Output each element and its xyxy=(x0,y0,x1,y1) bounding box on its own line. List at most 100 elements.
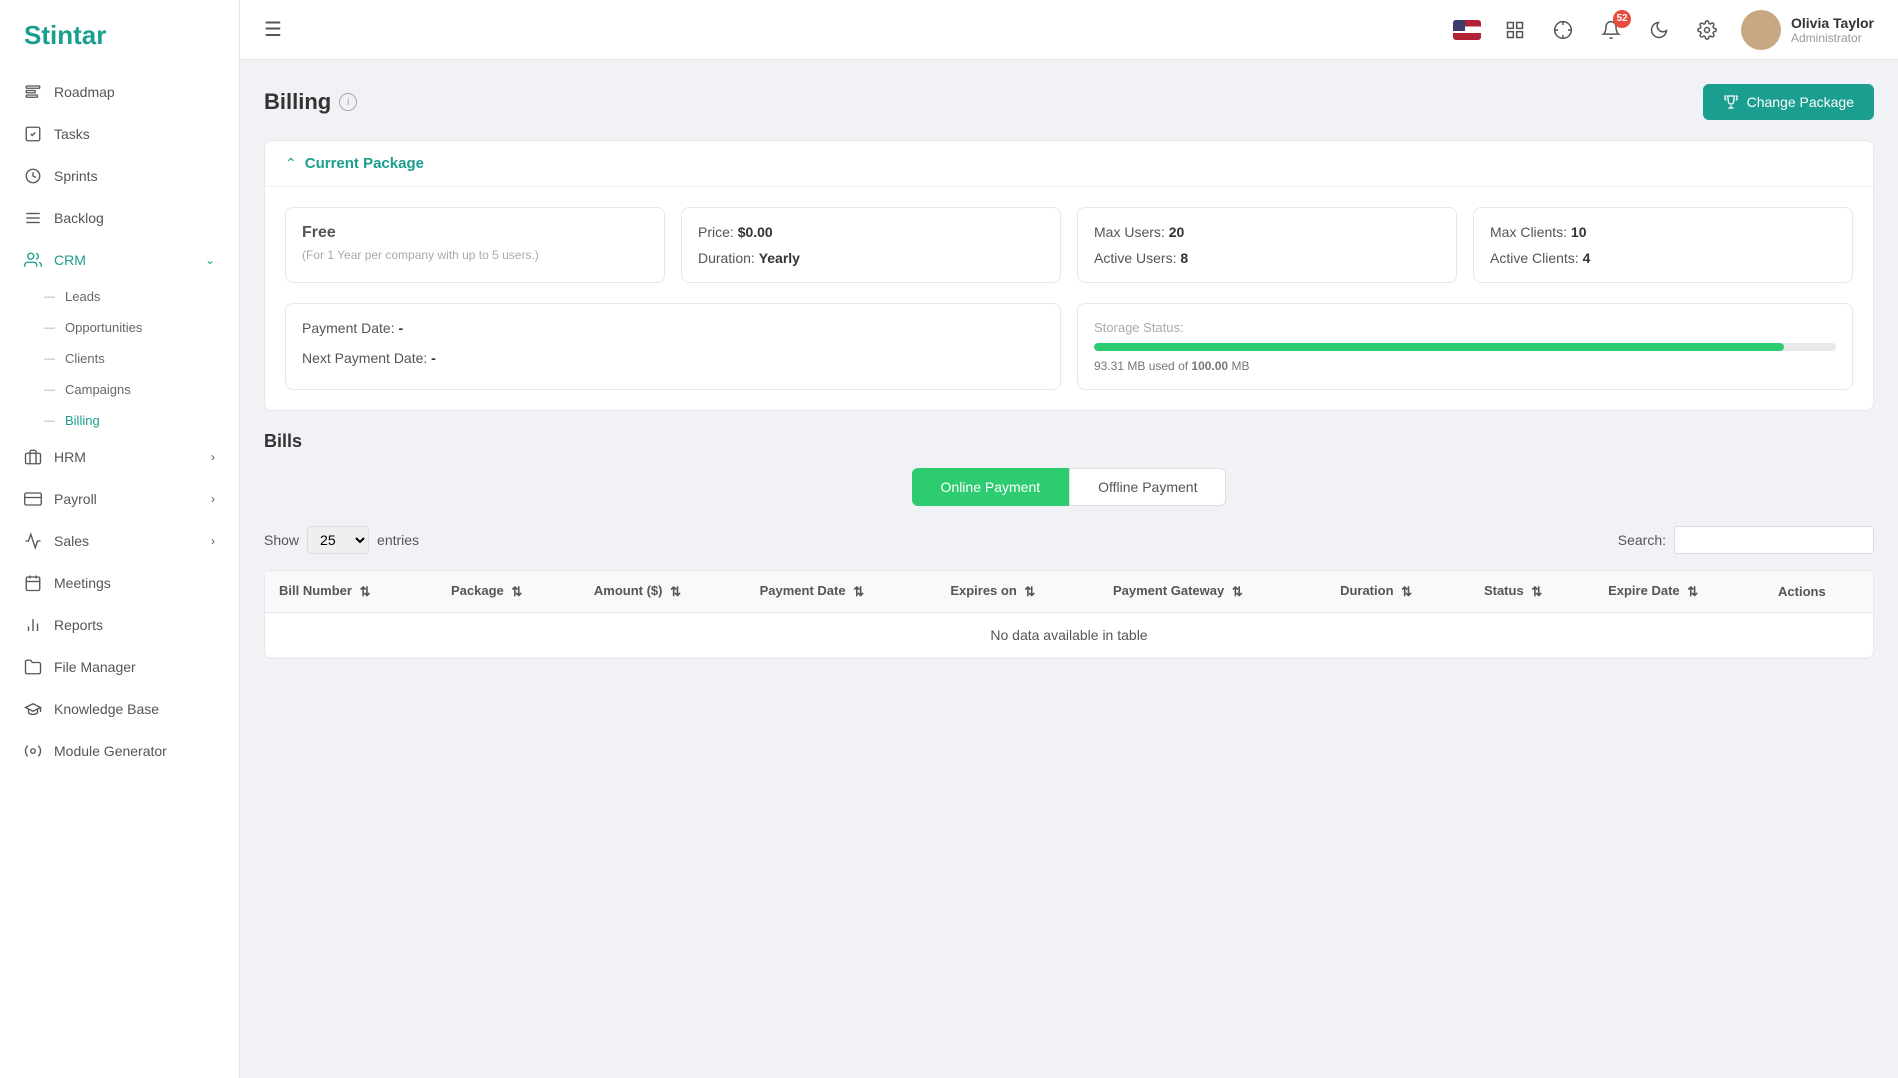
crm-icon xyxy=(24,251,42,269)
hrm-icon xyxy=(24,448,42,466)
entries-label: entries xyxy=(377,532,419,548)
module-generator-icon xyxy=(24,742,42,760)
sidebar-item-roadmap[interactable]: Roadmap xyxy=(0,71,239,113)
sort-status-icon[interactable]: ⇅ xyxy=(1531,584,1542,600)
sidebar-label-sprints: Sprints xyxy=(54,168,98,184)
trophy-icon xyxy=(1723,94,1739,110)
sidebar-label-hrm: HRM xyxy=(54,449,86,465)
payment-tabs: Online Payment Offline Payment xyxy=(264,468,1874,506)
search-input[interactable] xyxy=(1674,526,1874,554)
col-expire-date: Expire Date ⇅ xyxy=(1594,571,1764,612)
sidebar-label-sales: Sales xyxy=(54,533,89,549)
sort-payment-date-icon[interactable]: ⇅ xyxy=(853,584,864,600)
sidebar-item-payroll[interactable]: Payroll › xyxy=(0,478,239,520)
duration-amount: Yearly xyxy=(759,250,800,266)
sidebar-label-opportunities: Opportunities xyxy=(65,320,142,335)
sidebar-item-file-manager[interactable]: File Manager xyxy=(0,646,239,688)
dark-mode-icon[interactable] xyxy=(1645,16,1673,44)
sidebar-label-leads: Leads xyxy=(65,289,100,304)
billing-info-icon[interactable]: i xyxy=(339,93,357,111)
col-payment-gateway: Payment Gateway ⇅ xyxy=(1099,571,1326,612)
no-data-row: No data available in table xyxy=(265,612,1873,657)
sidebar-label-roadmap: Roadmap xyxy=(54,84,115,100)
active-clients-label: Active Clients: xyxy=(1490,250,1579,266)
storage-used-unit: MB used of xyxy=(1127,359,1191,373)
show-entries-control: Show 25 10 50 100 entries xyxy=(264,526,419,554)
sidebar-item-leads[interactable]: Leads xyxy=(0,281,239,312)
sort-expires-on-icon[interactable]: ⇅ xyxy=(1024,584,1035,600)
payment-date-value: - xyxy=(399,320,404,336)
bills-title: Bills xyxy=(264,431,1874,452)
sidebar-item-clients[interactable]: Clients xyxy=(0,343,239,374)
apps-icon[interactable] xyxy=(1501,16,1529,44)
search-label: Search: xyxy=(1618,532,1666,548)
hrm-chevron-icon: › xyxy=(211,450,215,464)
file-manager-icon xyxy=(24,658,42,676)
sidebar-item-sales[interactable]: Sales › xyxy=(0,520,239,562)
sidebar-item-tasks[interactable]: Tasks xyxy=(0,113,239,155)
online-payment-tab[interactable]: Online Payment xyxy=(912,468,1070,506)
change-package-label: Change Package xyxy=(1747,94,1854,110)
col-actions: Actions xyxy=(1764,571,1873,612)
page-title-row: Billing i xyxy=(264,89,357,115)
sort-payment-gateway-icon[interactable]: ⇅ xyxy=(1232,584,1243,600)
sidebar-item-module-generator[interactable]: Module Generator xyxy=(0,730,239,772)
sidebar-item-crm[interactable]: CRM ⌄ xyxy=(0,239,239,281)
sidebar-label-backlog: Backlog xyxy=(54,210,104,226)
sales-chevron-icon: › xyxy=(211,534,215,548)
sidebar-item-knowledge-base[interactable]: Knowledge Base xyxy=(0,688,239,730)
bills-section: Bills Online Payment Offline Payment Sho… xyxy=(264,431,1874,659)
crm-chevron-icon: ⌄ xyxy=(205,253,215,267)
sort-expire-date-icon[interactable]: ⇅ xyxy=(1687,584,1698,600)
sidebar-nav: Roadmap Tasks Sprints Backlog CRM ⌄ Lead… xyxy=(0,71,239,1078)
notification-bell-icon[interactable]: 52 xyxy=(1597,16,1625,44)
price-value: Price: $0.00 xyxy=(698,224,1044,240)
sort-package-icon[interactable]: ⇅ xyxy=(511,584,522,600)
change-package-button[interactable]: Change Package xyxy=(1703,84,1874,120)
sidebar: Stintar Roadmap Tasks Sprints Backlog CR… xyxy=(0,0,240,1078)
sidebar-item-billing[interactable]: Billing xyxy=(0,405,239,436)
notification-count: 52 xyxy=(1613,10,1631,28)
clients-card: Max Clients: 10 Active Clients: 4 xyxy=(1473,207,1853,283)
next-payment-date-row: Next Payment Date: - xyxy=(302,350,1044,366)
payroll-icon xyxy=(24,490,42,508)
next-payment-date-label: Next Payment Date: xyxy=(302,350,427,366)
settings-icon[interactable] xyxy=(1693,16,1721,44)
storage-total-unit: MB xyxy=(1231,359,1249,373)
sort-amount-icon[interactable]: ⇅ xyxy=(670,584,681,600)
package-name-card: Free (For 1 Year per company with up to … xyxy=(285,207,665,283)
col-duration: Duration ⇅ xyxy=(1326,571,1470,612)
duration-label: Duration: xyxy=(698,250,755,266)
duration-value: Duration: Yearly xyxy=(698,250,1044,266)
sidebar-label-meetings: Meetings xyxy=(54,575,111,591)
menu-toggle-button[interactable]: ☰ xyxy=(264,17,282,42)
sort-duration-icon[interactable]: ⇅ xyxy=(1401,584,1412,600)
sidebar-item-campaigns[interactable]: Campaigns xyxy=(0,374,239,405)
entries-select[interactable]: 25 10 50 100 xyxy=(307,526,369,554)
package-info-grid: Free (For 1 Year per company with up to … xyxy=(265,187,1873,303)
sidebar-item-opportunities[interactable]: Opportunities xyxy=(0,312,239,343)
sidebar-label-file-manager: File Manager xyxy=(54,659,136,675)
header-right-controls: 52 Olivia Taylor Administrator xyxy=(1453,10,1874,50)
storage-bar-fill xyxy=(1094,343,1784,351)
payment-date-label: Payment Date: xyxy=(302,320,395,336)
offline-payment-tab[interactable]: Offline Payment xyxy=(1069,468,1226,506)
current-package-card: ⌃ Current Package Free (For 1 Year per c… xyxy=(264,140,1874,411)
sidebar-item-backlog[interactable]: Backlog xyxy=(0,197,239,239)
crosshair-icon[interactable] xyxy=(1549,16,1577,44)
sidebar-item-sprints[interactable]: Sprints xyxy=(0,155,239,197)
language-flag-icon[interactable] xyxy=(1453,20,1481,40)
tasks-icon xyxy=(24,125,42,143)
price-label: Price: xyxy=(698,224,734,240)
payment-dates-card: Payment Date: - Next Payment Date: - xyxy=(285,303,1061,390)
sidebar-item-reports[interactable]: Reports xyxy=(0,604,239,646)
user-role: Administrator xyxy=(1791,31,1874,45)
payroll-chevron-icon: › xyxy=(211,492,215,506)
col-bill-number: Bill Number ⇅ xyxy=(265,571,437,612)
storage-total: 100.00 xyxy=(1191,359,1228,373)
user-profile[interactable]: Olivia Taylor Administrator xyxy=(1741,10,1874,50)
sidebar-item-meetings[interactable]: Meetings xyxy=(0,562,239,604)
sidebar-item-hrm[interactable]: HRM › xyxy=(0,436,239,478)
package-subtext: (For 1 Year per company with up to 5 use… xyxy=(302,248,648,262)
sort-bill-number-icon[interactable]: ⇅ xyxy=(360,584,371,600)
